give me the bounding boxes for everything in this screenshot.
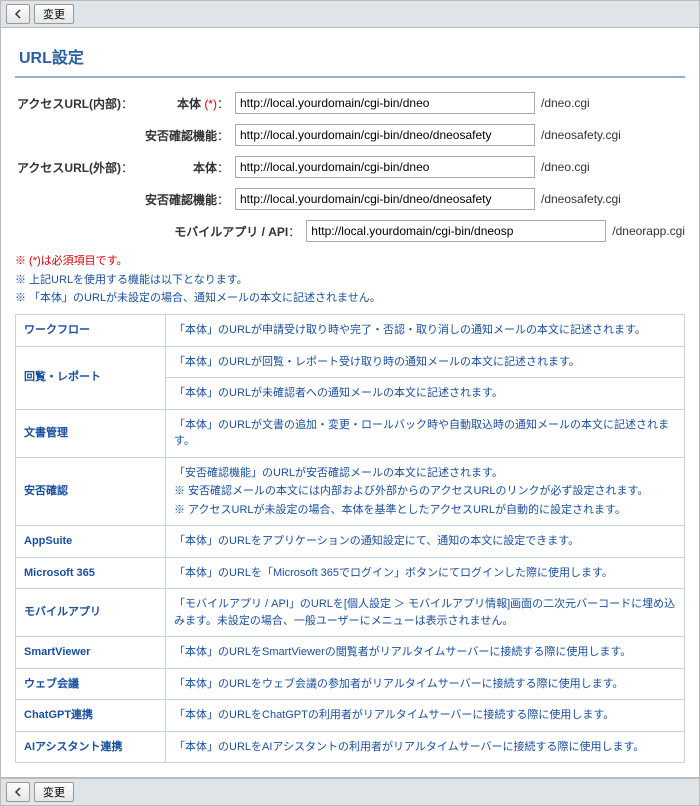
top-toolbar: 変更: [0, 0, 700, 28]
feature-desc: 「本体」のURLをアプリケーションの通知設定にて、通知の本文に設定できます。: [166, 526, 685, 558]
content: URL設定 アクセスURL(内部)： 本体 (*)： /dneo.cgi 安否確…: [0, 28, 700, 778]
label-access-external: アクセスURL(外部): [17, 161, 121, 175]
table-row: 文書管理「本体」のURLが文書の追加・変更・ロールバック時や自動取込時の通知メー…: [16, 409, 685, 457]
input-mobile-api[interactable]: [306, 220, 606, 242]
feature-name: 回覧・レポート: [16, 346, 166, 409]
table-row: Microsoft 365「本体」のURLを「Microsoft 365でログイ…: [16, 557, 685, 589]
required-mark: (*): [204, 97, 217, 111]
table-row: AIアシスタント連携「本体」のURLをAIアシスタントの利用者がリアルタイムサー…: [16, 731, 685, 763]
feature-desc-sub: ※ アクセスURLが未設定の場合、本体を基準としたアクセスURLが自動的に設定さ…: [174, 502, 676, 519]
input-internal-main[interactable]: [235, 92, 535, 114]
feature-name: ChatGPT連携: [16, 700, 166, 732]
table-row: SmartViewer「本体」のURLをSmartViewerの閲覧者がリアルタ…: [16, 637, 685, 669]
label-safety-2: 安否確認機能: [145, 193, 217, 207]
table-row: 安否確認「安否確認機能」のURLが安否確認メールの本文に記述されます。※ 安否確…: [16, 457, 685, 526]
note-info1: ※ 上記URLを使用する機能は以下となります。: [15, 271, 685, 290]
back-button-bottom[interactable]: [6, 782, 30, 802]
feature-desc: 「本体」のURLが申請受け取り時や完了・否認・取り消しの通知メールの本文に記述さ…: [166, 315, 685, 347]
feature-desc: 「安否確認機能」のURLが安否確認メールの本文に記述されます。※ 安否確認メール…: [166, 457, 685, 526]
feature-desc: 「本体」のURLをウェブ会議の参加者がリアルタイムサーバーに接続する際に使用しま…: [166, 668, 685, 700]
table-row: モバイルアプリ「モバイルアプリ / API」のURLを[個人設定 ＞ モバイルア…: [16, 589, 685, 637]
label-main-2: 本体: [193, 161, 217, 175]
note-required: ※ (*)は必須項目です。: [15, 252, 685, 271]
suffix-external-main: /dneo.cgi: [535, 160, 590, 174]
bottom-toolbar: 変更: [0, 778, 700, 806]
arrow-left-icon: [13, 787, 23, 797]
suffix-mobile-api: /dneorapp.cgi: [606, 224, 685, 238]
change-button-bottom[interactable]: 変更: [34, 782, 74, 802]
suffix-internal-main: /dneo.cgi: [535, 96, 590, 110]
feature-desc: 「本体」のURLが未確認者への通知メールの本文に記述されます。: [166, 378, 685, 410]
label-safety: 安否確認機能: [145, 129, 217, 143]
feature-name: 安否確認: [16, 457, 166, 526]
feature-name: モバイルアプリ: [16, 589, 166, 637]
table-row: AppSuite「本体」のURLをアプリケーションの通知設定にて、通知の本文に設…: [16, 526, 685, 558]
row-mobile-api: モバイルアプリ / API： /dneorapp.cgi: [15, 220, 685, 242]
table-row: 回覧・レポート「本体」のURLが回覧・レポート受け取り時の通知メールの本文に記述…: [16, 346, 685, 378]
feature-desc-sub: ※ 安否確認メールの本文には内部および外部からのアクセスURLのリンクが必ず設定…: [174, 483, 676, 500]
row-external-main: アクセスURL(外部)： 本体： /dneo.cgi: [15, 156, 685, 178]
feature-desc: 「本体」のURLをChatGPTの利用者がリアルタイムサーバーに接続する際に使用…: [166, 700, 685, 732]
feature-name: Microsoft 365: [16, 557, 166, 589]
row-external-safety: 安否確認機能： /dneosafety.cgi: [15, 188, 685, 210]
table-row: ワークフロー「本体」のURLが申請受け取り時や完了・否認・取り消しの通知メールの…: [16, 315, 685, 347]
feature-name: SmartViewer: [16, 637, 166, 669]
label-access-internal: アクセスURL(内部): [17, 97, 121, 111]
suffix-internal-safety: /dneosafety.cgi: [535, 128, 621, 142]
table-row: ウェブ会議「本体」のURLをウェブ会議の参加者がリアルタイムサーバーに接続する際…: [16, 668, 685, 700]
table-row: ChatGPT連携「本体」のURLをChatGPTの利用者がリアルタイムサーバー…: [16, 700, 685, 732]
label-main: 本体: [177, 97, 201, 111]
arrow-left-icon: [13, 9, 23, 19]
note-info2: ※ 「本体」のURLが未設定の場合、通知メールの本文に記述されません。: [15, 289, 685, 308]
notes: ※ (*)は必須項目です。 ※ 上記URLを使用する機能は以下となります。 ※ …: [15, 252, 685, 308]
label-mobile-api: モバイルアプリ / API: [174, 225, 288, 239]
input-internal-safety[interactable]: [235, 124, 535, 146]
feature-desc: 「本体」のURLが回覧・レポート受け取り時の通知メールの本文に記述されます。: [166, 346, 685, 378]
feature-desc: 「モバイルアプリ / API」のURLを[個人設定 ＞ モバイルアプリ情報]画面…: [166, 589, 685, 637]
feature-name: AIアシスタント連携: [16, 731, 166, 763]
feature-desc: 「本体」のURLをAIアシスタントの利用者がリアルタイムサーバーに接続する際に使…: [166, 731, 685, 763]
input-external-main[interactable]: [235, 156, 535, 178]
feature-name: ウェブ会議: [16, 668, 166, 700]
features-table: ワークフロー「本体」のURLが申請受け取り時や完了・否認・取り消しの通知メールの…: [15, 314, 685, 763]
feature-name: AppSuite: [16, 526, 166, 558]
back-button[interactable]: [6, 4, 30, 24]
input-external-safety[interactable]: [235, 188, 535, 210]
feature-name: 文書管理: [16, 409, 166, 457]
feature-desc: 「本体」のURLが文書の追加・変更・ロールバック時や自動取込時の通知メールの本文…: [166, 409, 685, 457]
change-button-top[interactable]: 変更: [34, 4, 74, 24]
feature-desc: 「本体」のURLをSmartViewerの閲覧者がリアルタイムサーバーに接続する…: [166, 637, 685, 669]
row-internal-safety: 安否確認機能： /dneosafety.cgi: [15, 124, 685, 146]
row-internal-main: アクセスURL(内部)： 本体 (*)： /dneo.cgi: [15, 92, 685, 114]
feature-name: ワークフロー: [16, 315, 166, 347]
page-title: URL設定: [15, 38, 685, 78]
suffix-external-safety: /dneosafety.cgi: [535, 192, 621, 206]
feature-desc: 「本体」のURLを「Microsoft 365でログイン」ボタンにてログインした…: [166, 557, 685, 589]
